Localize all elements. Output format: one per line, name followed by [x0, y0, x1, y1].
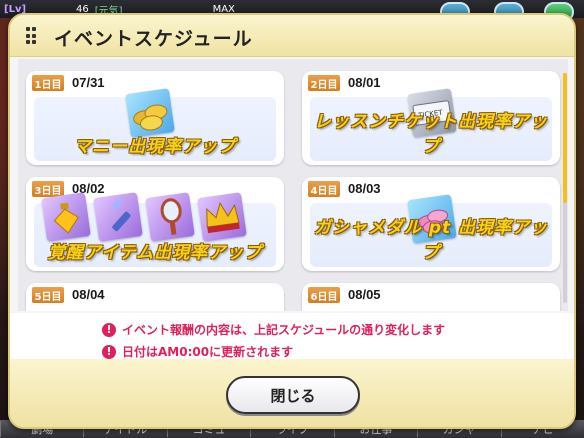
bonus-label: 覚醒アイテム出現率アップ	[47, 243, 263, 263]
warning-icon: !	[102, 322, 116, 337]
date-label: 08/03	[348, 181, 381, 196]
day-badge: 6日目	[308, 287, 340, 303]
crown-icon	[197, 192, 247, 242]
date-label: 08/01	[348, 75, 381, 90]
schedule-card-day1: 1日目 07/31 マニー出現率アップ	[26, 71, 284, 165]
hand-mirror-icon	[145, 192, 195, 242]
notice-text: 日付はAM0:00に更新されます	[122, 345, 294, 359]
scrollbar-thumb[interactable]	[563, 73, 567, 203]
date-label: 07/31	[72, 75, 105, 90]
day-badge: 2日目	[308, 75, 340, 91]
card-header: 6日目 08/05	[302, 283, 560, 305]
schedule-card-day5: 5日目 08/04	[26, 283, 284, 311]
card-body: マニー出現率アップ	[34, 88, 276, 161]
coins-icon	[125, 88, 175, 138]
bonus-label: マニー出現率アップ	[74, 137, 236, 157]
close-button[interactable]: 閉じる	[226, 376, 360, 414]
warning-icon: !	[102, 344, 116, 359]
dialog-title: イベントスケジュール	[54, 28, 253, 50]
notice-text: イベント報酬の内容は、上記スケジュールの通り変化します	[122, 323, 446, 337]
date-label: 08/04	[72, 287, 105, 302]
notice-line: ! 日付はAM0:00に更新されます	[102, 343, 293, 360]
schedule-card-day6: 6日目 08/05	[302, 283, 560, 311]
day-badge: 4日目	[308, 181, 340, 197]
day-badge: 1日目	[32, 75, 64, 91]
card-header: 2日目 08/01	[302, 71, 560, 93]
card-body: TICKET レッスンチケット出現率アップ	[310, 88, 552, 161]
card-body: 覚醒アイテム出現率アップ	[34, 192, 276, 267]
card-header: 4日目 08/03	[302, 177, 560, 199]
dialog-footer: 閉じる	[10, 359, 574, 427]
bonus-label: ガシャメダル pt 出現率アップ	[313, 218, 549, 263]
day-badge: 3日目	[32, 181, 64, 197]
date-label: 08/05	[348, 287, 381, 302]
lipstick-icon	[93, 192, 143, 242]
grip-icon	[26, 27, 36, 45]
card-header: 5日目 08/04	[26, 283, 284, 305]
event-schedule-dialog: イベントスケジュール 1日目 07/31 マニー出現率アップ 2日目 08/01…	[8, 13, 576, 429]
perfume-icon	[41, 192, 91, 242]
schedule-card-day2: 2日目 08/01 TICKET レッスンチケット出現率アップ	[302, 71, 560, 165]
card-body: ガシャメダル pt 出現率アップ	[310, 194, 552, 267]
schedule-list[interactable]: 1日目 07/31 マニー出現率アップ 2日目 08/01 TICKET レッス…	[18, 59, 568, 311]
day-badge: 5日目	[32, 287, 64, 303]
notice-line: ! イベント報酬の内容は、上記スケジュールの通り変化します	[102, 321, 445, 338]
schedule-card-day4: 4日目 08/03 ガシャメダル pt 出現率アップ	[302, 177, 560, 271]
dialog-titlebar: イベントスケジュール	[10, 15, 574, 57]
schedule-card-day3: 3日目 08/02 覚醒アイテム出現率アップ	[26, 177, 284, 271]
bonus-label: レッスンチケット出現率アップ	[314, 112, 548, 157]
